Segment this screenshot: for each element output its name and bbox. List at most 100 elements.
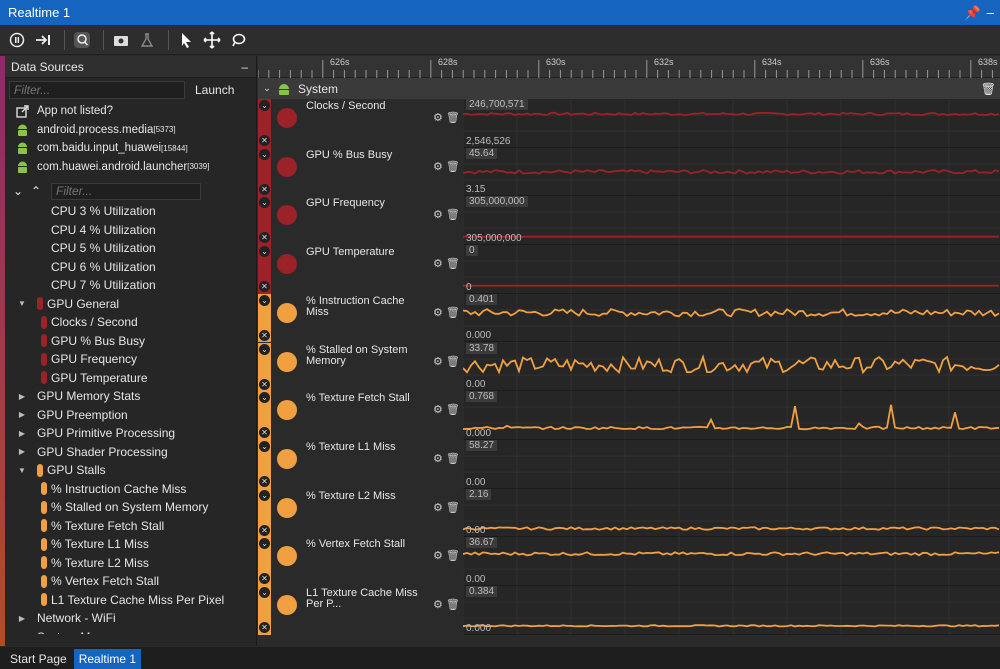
- counter-track[interactable]: ⌄ ✕% Texture L2 Miss ⚙ 🗑 2.16 0.00: [258, 488, 1000, 538]
- tree-item[interactable]: CPU 6 % Utilization: [5, 258, 256, 277]
- app-list-item[interactable]: App not listed?: [5, 102, 256, 121]
- chevron-down-icon[interactable]: ⌄: [260, 83, 274, 94]
- app-filter-input[interactable]: [9, 81, 185, 99]
- app-list-item[interactable]: com.huawei.android.launcher [3039]: [5, 158, 256, 177]
- close-icon[interactable]: ✕: [259, 329, 270, 341]
- chevron-down-icon[interactable]: ⌄: [259, 489, 270, 501]
- collapsed-arrow-icon[interactable]: ▶: [17, 614, 27, 623]
- gear-icon[interactable]: ⚙: [433, 501, 443, 514]
- close-icon[interactable]: ✕: [259, 622, 270, 633]
- tree-item[interactable]: ▼ System Memory: [5, 628, 256, 634]
- expand-all-icon[interactable]: ⌄: [9, 184, 27, 198]
- track-plot[interactable]: 58.27 0.00: [462, 439, 1000, 489]
- app-list-item[interactable]: com.baidu.input_huawei [15844]: [5, 139, 256, 158]
- chevron-down-icon[interactable]: ⌄: [259, 343, 270, 355]
- chevron-down-icon[interactable]: ⌄: [259, 294, 270, 306]
- tab-start-page[interactable]: Start Page: [5, 649, 72, 669]
- trash-icon[interactable]: 🗑: [446, 257, 460, 270]
- counter-filter-input[interactable]: [51, 182, 201, 200]
- app-list-item[interactable]: android.process.media [5373]: [5, 121, 256, 140]
- pan-icon[interactable]: [201, 29, 223, 51]
- track-color-dot[interactable]: [277, 546, 297, 567]
- track-plot[interactable]: 36.67 0.00: [462, 537, 1000, 586]
- chevron-down-icon[interactable]: ⌄: [259, 148, 270, 160]
- close-icon[interactable]: ✕: [259, 573, 270, 585]
- collapsed-arrow-icon[interactable]: ▶: [17, 447, 27, 456]
- close-icon[interactable]: ✕: [259, 135, 270, 146]
- chevron-down-icon[interactable]: ⌄: [259, 246, 270, 258]
- close-icon[interactable]: ✕: [259, 475, 270, 487]
- tree-item[interactable]: % Instruction Cache Miss: [5, 480, 256, 499]
- gear-icon[interactable]: ⚙: [433, 111, 443, 124]
- tree-item[interactable]: Clocks / Second: [5, 313, 256, 332]
- track-plot[interactable]: 246,700,571 2,546,526: [462, 99, 1000, 148]
- trash-icon[interactable]: 🗑: [446, 111, 460, 124]
- collapsed-arrow-icon[interactable]: ▶: [17, 410, 27, 419]
- trash-icon[interactable]: 🗑: [446, 208, 460, 221]
- counter-track[interactable]: ⌄ ✕% Texture Fetch Stall ⚙ 🗑 0.768 0.000: [258, 391, 1000, 440]
- counter-track[interactable]: ⌄ ✕% Texture L1 Miss ⚙ 🗑 58.27 0.00: [258, 439, 1000, 489]
- tree-item[interactable]: ▶ GPU Memory Stats: [5, 387, 256, 406]
- tree-item[interactable]: % Texture L2 Miss: [5, 554, 256, 573]
- tree-item[interactable]: ▼ GPU Stalls: [5, 461, 256, 480]
- chevron-down-icon[interactable]: ⌄: [259, 197, 270, 209]
- counter-track[interactable]: ⌄ ✕ GPU % Bus Busy ⚙ 🗑 45.64 3.15: [258, 147, 1000, 197]
- gear-icon[interactable]: ⚙: [433, 452, 443, 465]
- tree-item[interactable]: % Vertex Fetch Stall: [5, 572, 256, 591]
- tree-item[interactable]: % Texture Fetch Stall: [5, 517, 256, 536]
- gear-icon[interactable]: ⚙: [433, 306, 443, 319]
- tree-item[interactable]: CPU 5 % Utilization: [5, 239, 256, 258]
- gear-icon[interactable]: ⚙: [433, 160, 443, 173]
- counter-track[interactable]: ⌄ ✕ GPU Frequency ⚙ 🗑 305,000,000 305,000,000: [258, 196, 1000, 246]
- pin-icon[interactable]: 📌: [965, 5, 981, 21]
- lasso-icon[interactable]: [227, 29, 249, 51]
- close-icon[interactable]: ✕: [259, 524, 270, 536]
- trash-icon[interactable]: 🗑: [446, 306, 460, 319]
- track-plot[interactable]: 0.384 0.000: [462, 586, 1000, 635]
- chevron-down-icon[interactable]: ⌄: [259, 392, 270, 404]
- pointer-icon[interactable]: [175, 29, 197, 51]
- chevron-down-icon[interactable]: ⌄: [259, 587, 270, 598]
- trash-icon[interactable]: 🗑: [446, 598, 460, 611]
- camera-icon[interactable]: [110, 29, 132, 51]
- counter-track[interactable]: ⌄ ✕ GPU Temperature ⚙ 🗑 0 0: [258, 245, 1000, 294]
- tree-item[interactable]: CPU 7 % Utilization: [5, 276, 256, 295]
- tab-realtime-1[interactable]: Realtime 1: [73, 649, 142, 669]
- chevron-down-icon[interactable]: ⌄: [259, 100, 270, 111]
- track-color-dot[interactable]: [277, 595, 297, 615]
- tree-item[interactable]: ▶ GPU Primitive Processing: [5, 424, 256, 443]
- tree-item[interactable]: ▶ Network - WiFi: [5, 609, 256, 628]
- track-color-dot[interactable]: [277, 108, 297, 128]
- track-color-dot[interactable]: [277, 497, 297, 518]
- track-color-dot[interactable]: [277, 205, 297, 226]
- tree-item[interactable]: ▶ GPU Preemption: [5, 406, 256, 425]
- close-icon[interactable]: ✕: [259, 427, 270, 439]
- counter-track[interactable]: ⌄ ✕% Vertex Fetch Stall ⚙ 🗑 36.67 0.00: [258, 537, 1000, 586]
- track-color-dot[interactable]: [277, 156, 297, 177]
- tree-item[interactable]: CPU 4 % Utilization: [5, 221, 256, 240]
- minimize-icon[interactable]: –: [987, 5, 994, 21]
- time-ruler[interactable]: 626s 628s 630s 632s 634s 636s 638s: [257, 56, 1000, 78]
- step-forward-icon[interactable]: [32, 29, 54, 51]
- tree-item[interactable]: % Stalled on System Memory: [5, 498, 256, 517]
- tree-item[interactable]: GPU Temperature: [5, 369, 256, 388]
- expanded-arrow-icon[interactable]: ▼: [17, 466, 27, 475]
- gear-icon[interactable]: ⚙: [433, 598, 443, 611]
- collapsed-arrow-icon[interactable]: ▶: [17, 392, 27, 401]
- track-plot[interactable]: 33.78 0.00: [462, 342, 1000, 392]
- close-icon[interactable]: ✕: [259, 232, 270, 244]
- track-color-dot[interactable]: [277, 448, 297, 469]
- trash-icon[interactable]: 🗑: [981, 82, 1000, 96]
- system-group-header[interactable]: ⌄ System 🗑: [258, 78, 1000, 99]
- gear-icon[interactable]: ⚙: [433, 403, 443, 416]
- track-color-dot[interactable]: [277, 254, 297, 275]
- collapsed-arrow-icon[interactable]: ▶: [17, 429, 27, 438]
- track-plot[interactable]: 0.401 0.000: [462, 293, 1000, 343]
- trash-icon[interactable]: 🗑: [446, 452, 460, 465]
- track-color-dot[interactable]: [277, 302, 297, 323]
- counter-track[interactable]: ⌄ ✕% Stalled on System Memory ⚙ 🗑 33.78 0.00: [258, 342, 1000, 392]
- collapse-panel-button[interactable]: –: [241, 60, 256, 74]
- tree-item[interactable]: % Texture L1 Miss: [5, 535, 256, 554]
- trash-icon[interactable]: 🗑: [446, 501, 460, 514]
- track-plot[interactable]: 0.768 0.000: [462, 391, 1000, 440]
